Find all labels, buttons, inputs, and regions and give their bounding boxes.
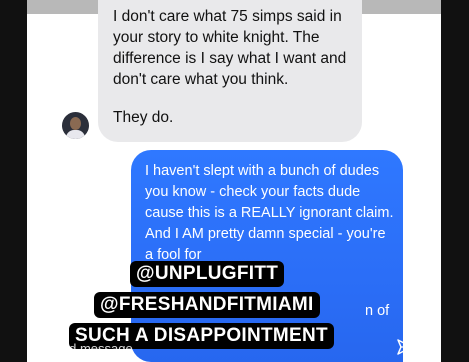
paper-plane-icon[interactable] (396, 338, 414, 356)
avatar-shirt (66, 130, 85, 139)
send-message-input[interactable]: Send message (46, 341, 133, 356)
overlay-caption-unplugfitt: @UNPLUGFITT (130, 261, 285, 287)
incoming-message-text: I don't care what 75 simps said in your … (113, 8, 347, 88)
outgoing-message-fragment: n of (365, 303, 390, 319)
overlay-caption-freshandfitmiami: @FRESHANDFITMIAMI (94, 292, 320, 318)
avatar-face (70, 117, 81, 130)
avatar[interactable] (62, 112, 89, 139)
outgoing-message-text: I haven't slept with a bunch of dudes yo… (145, 163, 394, 263)
incoming-followup-text: They do. (113, 109, 174, 126)
